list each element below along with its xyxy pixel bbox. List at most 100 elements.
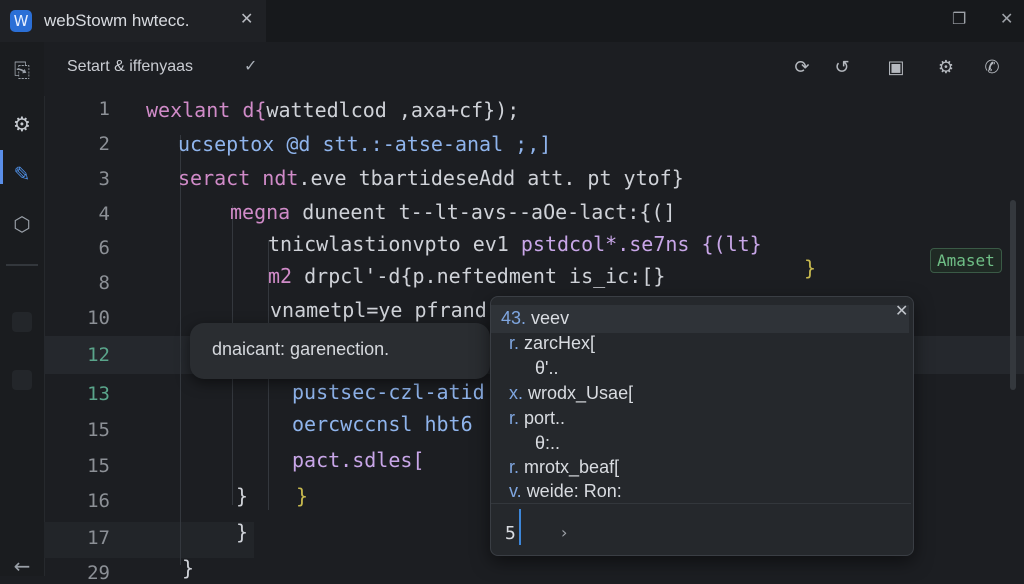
completion-item[interactable]: x. wrodx_Usae[ xyxy=(509,383,633,404)
phone-icon[interactable]: ✆ xyxy=(980,56,1004,80)
undo-icon[interactable]: ↺ xyxy=(830,56,854,80)
completion-label: θ:.. xyxy=(535,433,561,453)
line-number: 8 xyxy=(98,272,110,294)
vertical-scrollbar[interactable] xyxy=(1010,200,1016,390)
code-brace: } xyxy=(236,520,249,544)
code-line[interactable]: m2 drpcl'-d{p.neftedment is_ic:[} xyxy=(268,264,665,288)
webstorm-logo-icon: W xyxy=(10,10,32,32)
code-line[interactable]: megna duneent t--lt-avs--aOe-lact:{(] xyxy=(230,200,676,224)
line-number: 15 xyxy=(87,455,110,477)
line-gutter: 1 2 3 4 6 8 10 12 13 15 15 16 17 29 xyxy=(44,96,134,584)
code-token: duneent t--lt-avs--aOe-lact:{(] xyxy=(290,200,676,224)
close-icon[interactable]: ✕ xyxy=(240,9,253,28)
completion-popup: 43. veev ✕ r. zarcHex[ θ'.. x. wrodx_Usa… xyxy=(490,296,914,556)
indent-guide xyxy=(180,135,181,565)
project-icon[interactable]: ⎘ xyxy=(8,56,36,84)
line-number: 13 xyxy=(87,383,110,405)
settings-gear-icon[interactable]: ⚙ xyxy=(8,110,36,138)
breadcrumb[interactable]: Setart & iffenyaas xyxy=(67,58,193,76)
completion-item[interactable]: θ:.. xyxy=(535,433,560,454)
brush-icon[interactable]: ✎ xyxy=(8,160,36,188)
completion-label: veev xyxy=(531,308,570,328)
code-line[interactable]: pact.sdles[ xyxy=(292,448,424,472)
code-token: drpcl'-d{p.neftedment is_ic:[} xyxy=(292,264,666,288)
code-brace: } xyxy=(236,484,249,508)
code-token: m2 xyxy=(268,264,293,288)
completion-item[interactable]: r. mrotx_beaf[ xyxy=(509,457,619,478)
code-line[interactable]: wexlant d{wattedlcod ,axa+cf}); xyxy=(146,98,519,122)
faded-tool-icon[interactable] xyxy=(12,370,32,390)
line-number: 3 xyxy=(98,168,110,190)
chevron-right-icon[interactable]: › xyxy=(561,523,567,542)
code-token: oercwccnsl hbt6 xyxy=(292,412,473,436)
completion-label: mrotx_beaf[ xyxy=(524,457,620,477)
completion-kind: r. xyxy=(509,408,520,428)
code-token: ucseptox @d stt.:-atse-anal ;,] xyxy=(178,132,552,156)
tool-sidebar: ⎘ ⚙ ✎ ⬡ ← xyxy=(0,42,45,578)
code-token: tnicwlastionvpto ev1 xyxy=(268,232,521,256)
code-brace: } xyxy=(804,256,817,280)
line-number: 6 xyxy=(98,237,110,259)
completion-header[interactable]: 43. veev xyxy=(501,308,569,329)
window-restore-icon[interactable]: ❐ xyxy=(952,9,966,28)
completion-kind: r. xyxy=(509,457,520,477)
line-number: 10 xyxy=(87,307,110,329)
faded-tool-icon[interactable] xyxy=(12,312,32,332)
line-number: 4 xyxy=(98,203,110,225)
line-number: 1 xyxy=(98,98,110,120)
completion-item[interactable]: θ'.. xyxy=(535,358,558,379)
line-number: 12 xyxy=(87,344,110,366)
window-close-icon[interactable]: ✕ xyxy=(1000,9,1013,28)
completion-filter-input[interactable]: 5 xyxy=(505,523,516,544)
code-token: .eve tbartideseAdd att. pt ytof} xyxy=(298,166,684,190)
active-indicator xyxy=(0,150,3,184)
completion-item[interactable]: r. port.. xyxy=(509,408,565,429)
parameter-hint-tooltip: dnaicant: garenection. xyxy=(190,323,490,379)
editor-toolbar: Setart & iffenyaas ✓ ⟳ ↺ ▣ ⚙ ✆ xyxy=(44,42,1024,96)
code-token: seract ndt xyxy=(178,166,299,190)
settings-icon[interactable]: ⚙ xyxy=(934,56,958,80)
panel-icon[interactable]: ▣ xyxy=(884,56,908,80)
completion-label: port.. xyxy=(524,408,566,428)
completion-label: wrodx_Usae[ xyxy=(528,383,634,403)
tab-bar: W webStowm hwtecc. ✕ ❐ ✕ xyxy=(0,0,1024,43)
code-brace: } xyxy=(182,556,195,580)
refresh-icon[interactable]: ⟳ xyxy=(790,56,814,80)
text-caret xyxy=(519,509,521,545)
code-token: vnametpl=ye pfrand xyxy=(270,298,487,322)
completion-kind: r. xyxy=(509,333,520,353)
code-token: pustsec-czl-atid xyxy=(292,380,485,404)
code-token: wattedlcod ,axa+cf}); xyxy=(266,98,520,122)
code-token: wexlant d{ xyxy=(146,98,267,122)
completion-label: zarcHex[ xyxy=(524,333,596,353)
completion-kind: 43. xyxy=(501,308,527,328)
completion-kind: v. xyxy=(509,481,522,501)
inline-tag[interactable]: Amaset xyxy=(930,248,1002,273)
completion-label: weide: Ron: xyxy=(526,481,622,501)
completion-item[interactable]: r. zarcHex[ xyxy=(509,333,595,354)
code-brace: } xyxy=(296,484,309,508)
editor-tab[interactable]: W webStowm hwtecc. ✕ xyxy=(0,0,266,42)
code-token: megna xyxy=(230,200,291,224)
code-token: pact.sdles[ xyxy=(292,448,425,472)
hint-text: dnaicant: garenection. xyxy=(212,339,390,359)
completion-label: θ'.. xyxy=(535,358,559,378)
code-line[interactable]: vnametpl=ye pfrand xyxy=(270,298,487,322)
line-number: 2 xyxy=(98,133,110,155)
tab-title: webStowm hwtecc. xyxy=(44,11,190,30)
code-line[interactable]: ucseptox @d stt.:-atse-anal ;,] xyxy=(178,132,551,156)
line-number: 15 xyxy=(87,419,110,441)
code-line[interactable]: pustsec-czl-atid xyxy=(292,380,485,404)
code-line[interactable]: oercwccnsl hbt6 xyxy=(292,412,473,436)
close-icon[interactable]: ✕ xyxy=(895,301,908,320)
code-token: pstdcol*.se7ns {(lt} xyxy=(520,232,762,256)
sidebar-divider xyxy=(6,264,38,266)
line-number: 17 xyxy=(87,527,110,549)
completion-item[interactable]: v. weide: Ron: xyxy=(509,481,622,502)
completion-kind: x. xyxy=(509,383,524,403)
plugins-icon[interactable]: ⬡ xyxy=(8,210,36,238)
code-line[interactable]: tnicwlastionvpto ev1 pstdcol*.se7ns {(lt… xyxy=(268,232,762,256)
line-number: 29 xyxy=(87,562,110,584)
chevron-down-icon[interactable]: ✓ xyxy=(244,56,257,75)
code-line[interactable]: seract ndt.eve tbartideseAdd att. pt yto… xyxy=(178,166,684,190)
